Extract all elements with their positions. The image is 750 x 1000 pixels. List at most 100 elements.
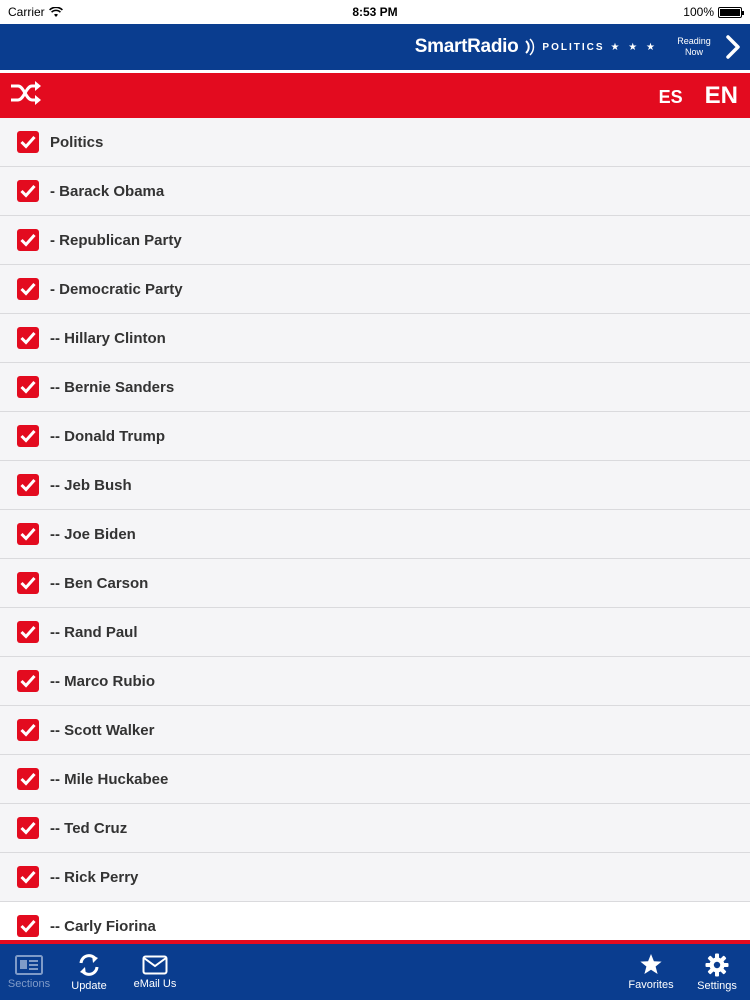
list-item[interactable]: - Democratic Party bbox=[0, 265, 750, 314]
checkmark-icon bbox=[20, 282, 36, 296]
refresh-icon bbox=[79, 953, 99, 976]
tab-update[interactable]: Update bbox=[58, 944, 120, 1000]
checkbox[interactable] bbox=[17, 915, 39, 937]
list-item-label: - Barack Obama bbox=[50, 182, 165, 200]
section-list: Politics - Barack Obama - Republican Par… bbox=[0, 118, 750, 940]
reading-now-chevron[interactable] bbox=[722, 32, 744, 62]
list-item-label: - Democratic Party bbox=[50, 280, 183, 298]
list-item[interactable]: -- Rand Paul bbox=[0, 608, 750, 657]
checkmark-icon bbox=[20, 478, 36, 492]
checkbox[interactable] bbox=[17, 621, 39, 643]
checkbox[interactable] bbox=[17, 866, 39, 888]
status-right: 100% bbox=[683, 5, 744, 19]
checkmark-icon bbox=[20, 772, 36, 786]
checkbox[interactable] bbox=[17, 523, 39, 545]
tab-favorites-label: Favorites bbox=[628, 979, 674, 991]
checkbox[interactable] bbox=[17, 572, 39, 594]
list-item[interactable]: -- Ben Carson bbox=[0, 559, 750, 608]
status-left: Carrier bbox=[8, 5, 63, 19]
list-item[interactable]: -- Carly Fiorina bbox=[0, 902, 750, 940]
checkmark-icon bbox=[20, 184, 36, 198]
checkbox[interactable] bbox=[17, 425, 39, 447]
bottom-tab-bar: Sections Update eMail Us Favorites Setti… bbox=[0, 944, 750, 1000]
checkmark-icon bbox=[20, 331, 36, 345]
envelope-icon bbox=[142, 955, 168, 974]
tab-settings-label: Settings bbox=[697, 979, 737, 992]
list-item-label: -- Joe Biden bbox=[50, 525, 136, 543]
star-icon bbox=[640, 954, 662, 974]
language-switcher: ES EN bbox=[659, 82, 738, 110]
checkmark-icon bbox=[20, 723, 36, 737]
checkbox[interactable] bbox=[17, 327, 39, 349]
list-item[interactable]: -- Rick Perry bbox=[0, 853, 750, 902]
status-time: 8:53 PM bbox=[352, 5, 398, 19]
battery-percent: 100% bbox=[683, 5, 714, 19]
checkbox[interactable] bbox=[17, 180, 39, 202]
list-item-label: -- Ben Carson bbox=[50, 574, 149, 592]
list-item[interactable]: -- Hillary Clinton bbox=[0, 314, 750, 363]
checkbox[interactable] bbox=[17, 817, 39, 839]
list-item[interactable]: -- Joe Biden bbox=[0, 510, 750, 559]
list-item-label: -- Rand Paul bbox=[50, 623, 138, 641]
gear-icon bbox=[705, 953, 729, 976]
checkbox[interactable] bbox=[17, 278, 39, 300]
status-bar: Carrier 8:53 PM 100% bbox=[0, 0, 750, 24]
checkmark-icon bbox=[20, 919, 36, 933]
checkbox[interactable] bbox=[17, 229, 39, 251]
shuffle-icon bbox=[11, 81, 41, 105]
language-toolbar: ES EN bbox=[0, 73, 750, 118]
list-item-label: -- Carly Fiorina bbox=[50, 917, 156, 935]
reading-now-line1: Reading bbox=[677, 36, 711, 46]
tab-email[interactable]: eMail Us bbox=[124, 944, 186, 1000]
tab-sections-label: Sections bbox=[7, 977, 51, 990]
list-item-label: -- Rick Perry bbox=[50, 868, 139, 886]
list-item[interactable]: Politics bbox=[0, 118, 750, 167]
tab-email-label: eMail Us bbox=[133, 977, 177, 990]
list-item[interactable]: -- Scott Walker bbox=[0, 706, 750, 755]
shuffle-button[interactable] bbox=[10, 80, 42, 111]
checkmark-icon bbox=[20, 135, 36, 149]
checkmark-icon bbox=[20, 870, 36, 884]
brand-stars: ★ ★ ★ bbox=[610, 41, 658, 53]
brand-subtitle: POLITICS bbox=[542, 41, 605, 53]
list-item-label: -- Marco Rubio bbox=[50, 672, 155, 690]
list-item-label: -- Mile Huckabee bbox=[50, 770, 169, 788]
tab-group-right: Favorites Settings bbox=[618, 944, 750, 1000]
radio-waves-icon bbox=[525, 38, 535, 56]
list-item[interactable]: -- Ted Cruz bbox=[0, 804, 750, 853]
list-item[interactable]: - Republican Party bbox=[0, 216, 750, 265]
checkmark-icon bbox=[20, 674, 36, 688]
lang-es-button[interactable]: ES bbox=[659, 87, 683, 108]
checkbox[interactable] bbox=[17, 719, 39, 741]
lang-en-button[interactable]: EN bbox=[705, 82, 738, 110]
list-item[interactable]: -- Donald Trump bbox=[0, 412, 750, 461]
checkmark-icon bbox=[20, 233, 36, 247]
list-item[interactable]: -- Bernie Sanders bbox=[0, 363, 750, 412]
list-item-label: -- Donald Trump bbox=[50, 427, 165, 445]
checkmark-icon bbox=[20, 429, 36, 443]
carrier-label: Carrier bbox=[8, 5, 45, 19]
list-item[interactable]: - Barack Obama bbox=[0, 167, 750, 216]
list-item-label: -- Hillary Clinton bbox=[50, 329, 166, 347]
reading-now-button[interactable]: Reading Now bbox=[672, 36, 716, 58]
checkmark-icon bbox=[20, 380, 36, 394]
newspaper-icon bbox=[15, 954, 43, 975]
checkbox[interactable] bbox=[17, 670, 39, 692]
tab-group-left: Sections Update eMail Us bbox=[0, 944, 186, 1000]
list-item[interactable]: -- Mile Huckabee bbox=[0, 755, 750, 804]
reading-now-line2: Now bbox=[684, 47, 703, 57]
tab-settings[interactable]: Settings bbox=[684, 944, 750, 1000]
tab-sections[interactable]: Sections bbox=[0, 944, 58, 1000]
checkbox[interactable] bbox=[17, 131, 39, 153]
checkbox[interactable] bbox=[17, 376, 39, 398]
list-item-label: -- Ted Cruz bbox=[50, 819, 128, 837]
checkmark-icon bbox=[20, 821, 36, 835]
list-item[interactable]: -- Marco Rubio bbox=[0, 657, 750, 706]
list-item[interactable]: -- Jeb Bush bbox=[0, 461, 750, 510]
tab-favorites[interactable]: Favorites bbox=[618, 944, 684, 1000]
checkbox[interactable] bbox=[17, 474, 39, 496]
tab-update-label: Update bbox=[71, 979, 107, 992]
chevron-right-icon bbox=[726, 35, 740, 59]
checkbox[interactable] bbox=[17, 768, 39, 790]
battery-icon bbox=[718, 6, 744, 18]
